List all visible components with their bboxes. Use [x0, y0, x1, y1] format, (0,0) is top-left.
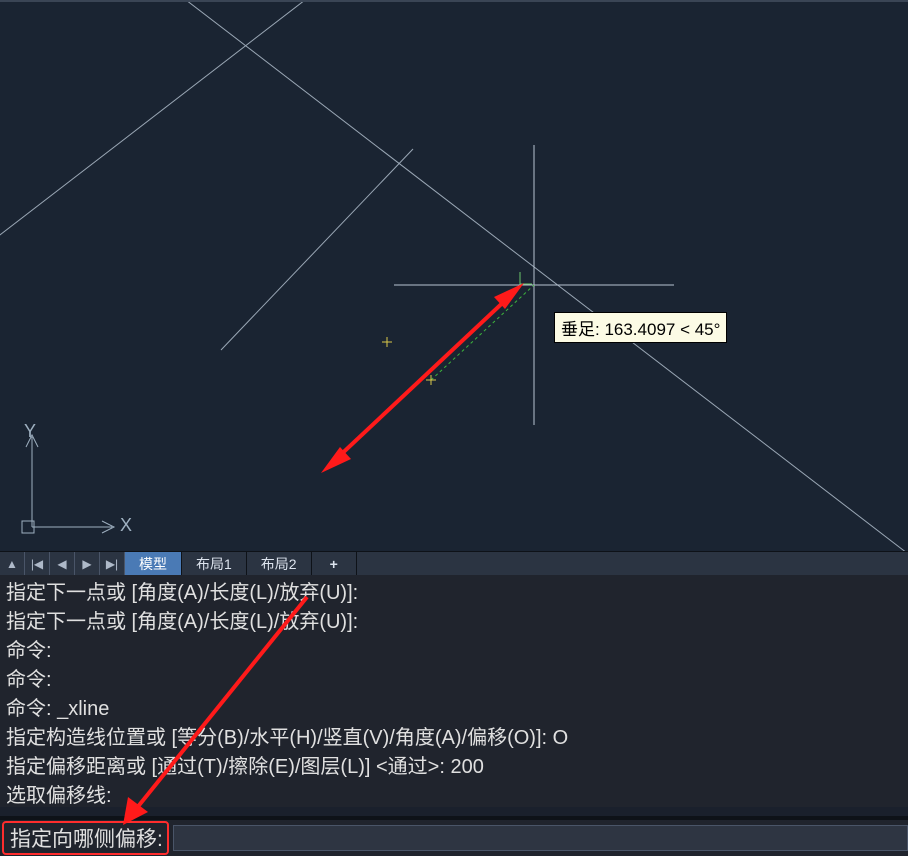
rubber-band-line	[431, 285, 534, 380]
history-line: 命令:	[6, 637, 902, 666]
history-line: 指定下一点或 [角度(A)/长度(L)/放弃(U)]:	[6, 608, 902, 637]
command-history: 指定下一点或 [角度(A)/长度(L)/放弃(U)]: 指定下一点或 [角度(A…	[0, 575, 908, 807]
tab-nav-next[interactable]: ▶	[75, 552, 100, 576]
history-line: 命令:	[6, 666, 902, 695]
tab-layout1[interactable]: 布局1	[182, 552, 247, 576]
annotation-arrow-1	[321, 283, 524, 473]
ucs-y-label: Y	[24, 421, 36, 442]
xline-2	[0, 2, 305, 238]
tab-nav-prev[interactable]: ◀	[50, 552, 75, 576]
canvas-svg	[0, 2, 908, 553]
drawing-canvas[interactable]: 垂足: 163.4097 < 45° X Y	[0, 0, 908, 553]
history-line: 指定下一点或 [角度(A)/长度(L)/放弃(U)]:	[6, 579, 902, 608]
command-line: 指定向哪侧偏移:	[0, 816, 908, 856]
history-line: 指定构造线位置或 [等分(B)/水平(H)/竖直(V)/角度(A)/偏移(O)]…	[6, 724, 902, 753]
tab-model[interactable]: 模型	[125, 552, 182, 576]
tab-layout2[interactable]: 布局2	[247, 552, 312, 576]
ucs-x-label: X	[120, 515, 132, 536]
xline-main	[186, 2, 907, 553]
history-line: 选取偏移线:	[6, 782, 902, 807]
tab-nav-first[interactable]: |◀	[25, 552, 50, 576]
ucs-icon: X Y	[12, 427, 122, 547]
tab-add[interactable]: +	[312, 552, 357, 576]
tab-nav-up[interactable]: ▲	[0, 552, 25, 576]
pick-point-1	[382, 337, 392, 347]
perp-snap-icon	[520, 272, 532, 284]
tab-nav-last[interactable]: ▶|	[100, 552, 125, 576]
layout-tab-bar: ▲ |◀ ◀ ▶ ▶| 模型 布局1 布局2 +	[0, 551, 908, 577]
pick-point-2	[426, 375, 436, 385]
command-prompt: 指定向哪侧偏移:	[2, 821, 169, 855]
history-line: 指定偏移距离或 [通过(T)/擦除(E)/图层(L)] <通过>: 200	[6, 753, 902, 782]
history-line: 命令: _xline	[6, 695, 902, 724]
snap-tooltip: 垂足: 163.4097 < 45°	[554, 312, 727, 343]
offset-segment	[221, 149, 413, 350]
command-input[interactable]	[173, 825, 908, 851]
